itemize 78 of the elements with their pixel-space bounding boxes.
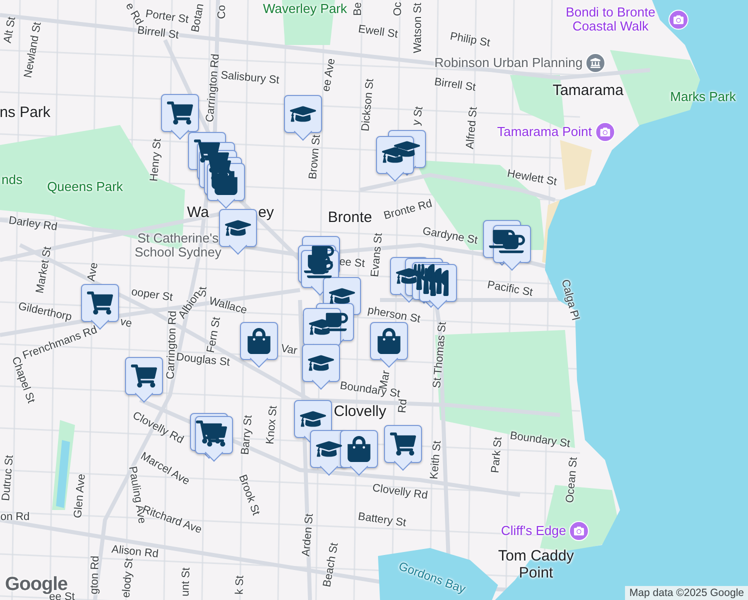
place-label: St Catherine's School Sydney (134, 232, 222, 260)
suburb-label: ey (258, 204, 274, 222)
street-label: Dutruc St (0, 454, 16, 502)
street-label: Market St (34, 246, 54, 294)
street-label: Oc (392, 2, 404, 16)
camera-pin-icon (594, 122, 615, 142)
street-label: ooper St (130, 286, 174, 304)
street-label: Pacific St (486, 279, 534, 299)
street-label: Ewell St (357, 23, 399, 41)
street-label: Alt St (2, 16, 18, 44)
suburb-label: ns Park (0, 104, 50, 122)
street-label: gton Rd (88, 556, 102, 594)
street-label: Knox St (264, 405, 280, 445)
street-label: Gardyne St (422, 225, 478, 247)
suburb-label: Bronte (328, 210, 372, 226)
street-label: k St (234, 575, 246, 595)
street-label: pherson St (366, 304, 422, 326)
street-label: Hewlett St (506, 168, 558, 188)
map-attribution: Map data ©2025 Google (625, 586, 748, 600)
park-label: Queens Park (47, 180, 123, 194)
street-label: Evans St (369, 232, 385, 278)
street-label: Keith St (428, 440, 444, 480)
street-label: Darley Rd (8, 214, 58, 234)
street-label: Botan (190, 2, 206, 34)
park-label: Marks Park (670, 90, 736, 104)
street-label: Henry St (148, 138, 164, 182)
street-label: St Thomas St (431, 321, 449, 389)
pond-area (56, 440, 70, 508)
street-label: ve (119, 316, 133, 330)
street-label: Wallace (208, 295, 248, 317)
google-logo: Google (5, 574, 68, 595)
suburb-label: Clovelly (334, 404, 386, 420)
street-label: Watson St (412, 2, 424, 54)
street-label: Philip St (449, 30, 491, 50)
place-label: Robinson Urban Planning (434, 56, 583, 70)
park-label: Waverley Park (262, 2, 348, 16)
street-label: Barry St (239, 414, 255, 456)
beach-area (560, 140, 592, 190)
suburb-label: Tom Caddy Point (497, 548, 575, 582)
street-label: Douglas St (176, 351, 230, 369)
suburb-label: Tamarama (552, 82, 624, 100)
street-label: on Rd (0, 510, 30, 524)
street-label: Dickson St (360, 78, 376, 132)
street-label: ee Ave (320, 57, 338, 93)
street-label: Arden St (300, 513, 316, 557)
street-label: y St (410, 106, 426, 126)
street-label: Park St (489, 436, 505, 474)
street-label: Battery St (357, 510, 407, 530)
street-label: Carrington Rd (204, 53, 222, 123)
landmark-pin-icon (586, 53, 606, 73)
park-label: nds (2, 172, 22, 188)
street-label: Brown St (307, 134, 323, 180)
street-label: Be (352, 2, 364, 16)
street-label: Co (216, 4, 228, 20)
street-label: Bronte Rd (382, 198, 434, 222)
street-label: Brook St (236, 473, 262, 517)
street-label: Beach St (321, 542, 341, 588)
attraction-label: Tamarama Point (497, 124, 592, 140)
street-label: Birrell St (434, 76, 476, 94)
street-label: Porter St (144, 8, 190, 26)
street-label: Glen Ave (72, 473, 88, 519)
street-label: Fern St (204, 316, 224, 354)
street-label: Salisbury St (220, 69, 280, 87)
attraction-label: Cliff's Edge (500, 524, 566, 538)
street-label: Ocean St (564, 456, 580, 504)
street-label: Newland St (22, 21, 44, 79)
suburb-label: Wa (187, 204, 209, 222)
street-label: ee St (338, 256, 366, 270)
street-label: unt St (179, 567, 193, 597)
street-label: Rd (396, 398, 410, 414)
street-label: Ave (85, 262, 101, 282)
street-label: Calga Pl (558, 278, 582, 322)
street-label: elody St (120, 558, 136, 598)
street-label: Alfred St (464, 106, 480, 150)
attraction-label: Bondi to Bronte Coastal Walk (564, 6, 656, 34)
street-label: Clovelly Rd (372, 482, 428, 502)
street-label: Boundary St (509, 430, 571, 450)
street-label: Var (280, 342, 298, 358)
